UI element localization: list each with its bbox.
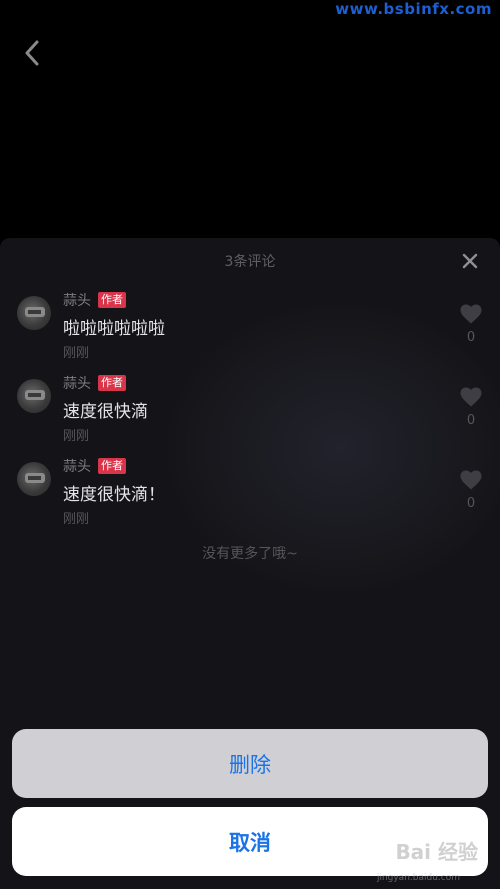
avatar[interactable] xyxy=(17,296,51,330)
comment-time: 刚刚 xyxy=(63,429,90,444)
comment-user-row: 蒜头 作者 xyxy=(63,456,126,476)
comment-text: 啦啦啦啦啦啦 xyxy=(63,319,165,339)
comment-user-row: 蒜头 作者 xyxy=(63,373,126,393)
like-count: 0 xyxy=(466,496,476,511)
chevron-left-icon xyxy=(25,40,39,66)
comment-time: 刚刚 xyxy=(63,346,90,361)
like-button[interactable] xyxy=(459,302,483,326)
comment-text: 速度很快滴 xyxy=(63,402,148,422)
sheet-header: 3条评论 xyxy=(0,238,500,284)
comment-user-row: 蒜头 作者 xyxy=(63,290,126,310)
like-button[interactable] xyxy=(459,385,483,409)
like-button[interactable] xyxy=(459,468,483,492)
comment-item[interactable]: 蒜头 作者 啦啦啦啦啦啦 刚刚 0 xyxy=(0,288,500,371)
back-button[interactable] xyxy=(18,38,46,68)
close-icon xyxy=(462,253,478,269)
comment-item[interactable]: 蒜头 作者 速度很快滴！ 刚刚 0 xyxy=(0,454,500,537)
author-badge: 作者 xyxy=(98,458,126,474)
screen: www.bsbinfx.com 3条评论 蒜头 作者 啦啦啦啦啦啦 刚刚 0 蒜… xyxy=(0,0,500,889)
heart-icon xyxy=(460,470,482,490)
comment-time: 刚刚 xyxy=(63,512,90,527)
top-watermark: www.bsbinfx.com xyxy=(335,0,492,18)
close-button[interactable] xyxy=(460,251,480,271)
avatar[interactable] xyxy=(17,462,51,496)
like-count: 0 xyxy=(466,413,476,428)
comment-username[interactable]: 蒜头 xyxy=(63,290,91,310)
author-badge: 作者 xyxy=(98,292,126,308)
like-count: 0 xyxy=(466,330,476,345)
no-more-message: 没有更多了哦~ xyxy=(202,546,298,562)
heart-icon xyxy=(460,304,482,324)
comment-text: 速度很快滴！ xyxy=(63,485,165,505)
baidu-watermark-url: jingyan.baidu.com xyxy=(376,873,460,883)
author-badge: 作者 xyxy=(98,375,126,391)
delete-button[interactable]: 删除 xyxy=(12,729,488,798)
baidu-watermark: Bai 经验 xyxy=(395,840,478,864)
comment-item[interactable]: 蒜头 作者 速度很快滴 刚刚 0 xyxy=(0,371,500,454)
comment-username[interactable]: 蒜头 xyxy=(63,456,91,476)
avatar[interactable] xyxy=(17,379,51,413)
comment-username[interactable]: 蒜头 xyxy=(63,373,91,393)
heart-icon xyxy=(460,387,482,407)
sheet-title: 3条评论 xyxy=(224,254,276,270)
comment-list: 蒜头 作者 啦啦啦啦啦啦 刚刚 0 蒜头 作者 速度很快滴 刚刚 0 蒜头 作者… xyxy=(0,288,500,537)
